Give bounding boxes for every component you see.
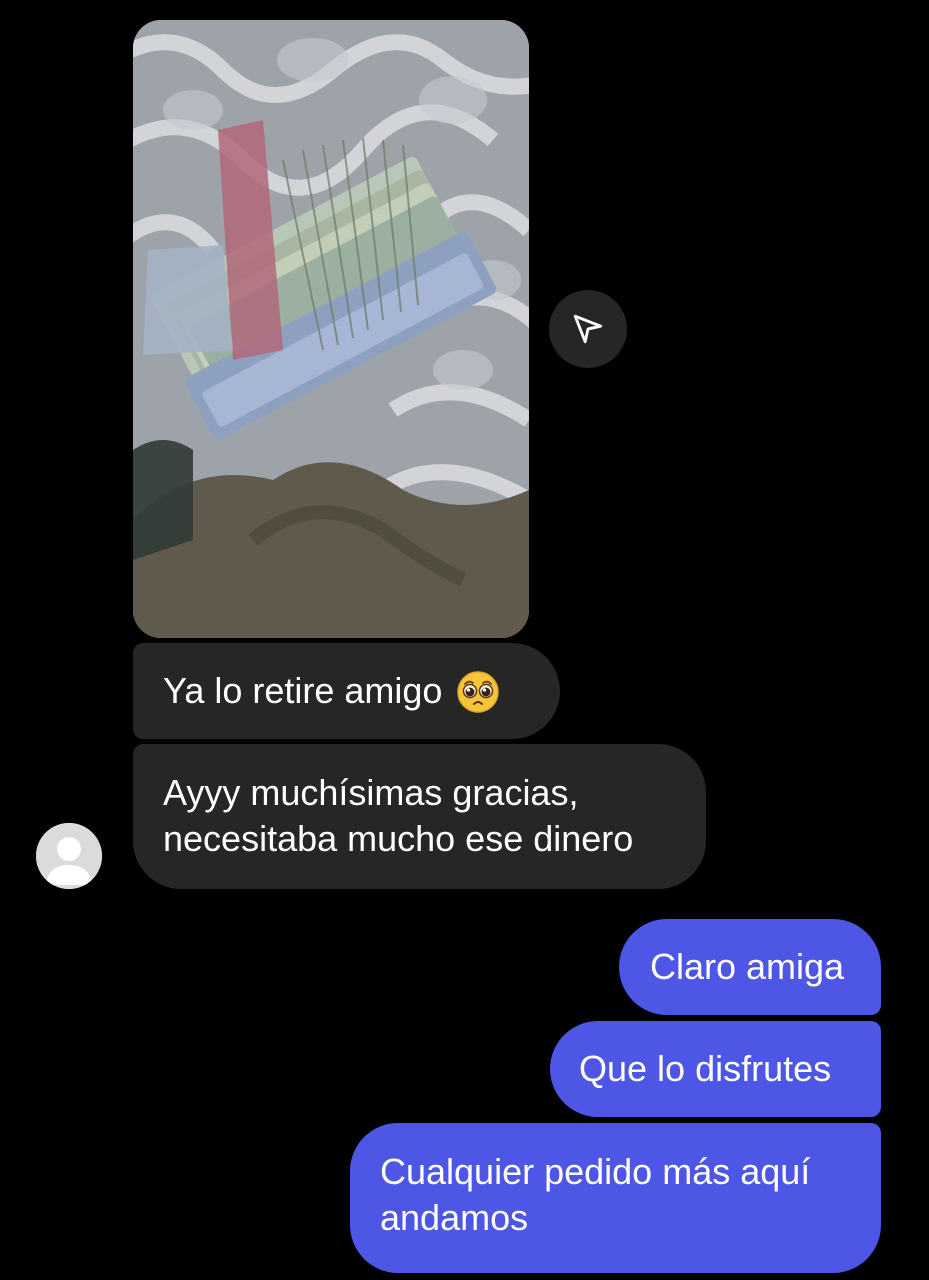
sender-avatar[interactable] [36,823,102,889]
default-user-avatar-icon [36,823,102,889]
message-text-line: Cualquier pedido más aquí [380,1151,811,1192]
outgoing-message[interactable]: Claro amiga [619,919,881,1015]
message-text: Ya lo retire amigo [163,670,443,711]
incoming-message[interactable]: Ayyy muchísimas gracias, necesitaba much… [133,744,706,889]
pleading-face-emoji-icon [456,670,500,714]
message-text-line: necesitaba mucho ese dinero [163,818,634,859]
outgoing-message[interactable]: Cualquier pedido más aquí andamos [350,1123,881,1273]
message-text: Que lo disfrutes [579,1048,832,1089]
message-text-line: andamos [380,1197,529,1238]
money-photo-image [133,20,529,638]
outgoing-message[interactable]: Que lo disfrutes [550,1021,881,1117]
send-paper-plane-icon [573,314,603,344]
message-text-line: Ayyy muchísimas gracias, [163,772,579,813]
share-button[interactable] [549,290,627,368]
message-text: Claro amiga [650,946,845,987]
incoming-message[interactable]: Ya lo retire amigo [133,643,560,739]
photo-message[interactable] [133,20,529,638]
